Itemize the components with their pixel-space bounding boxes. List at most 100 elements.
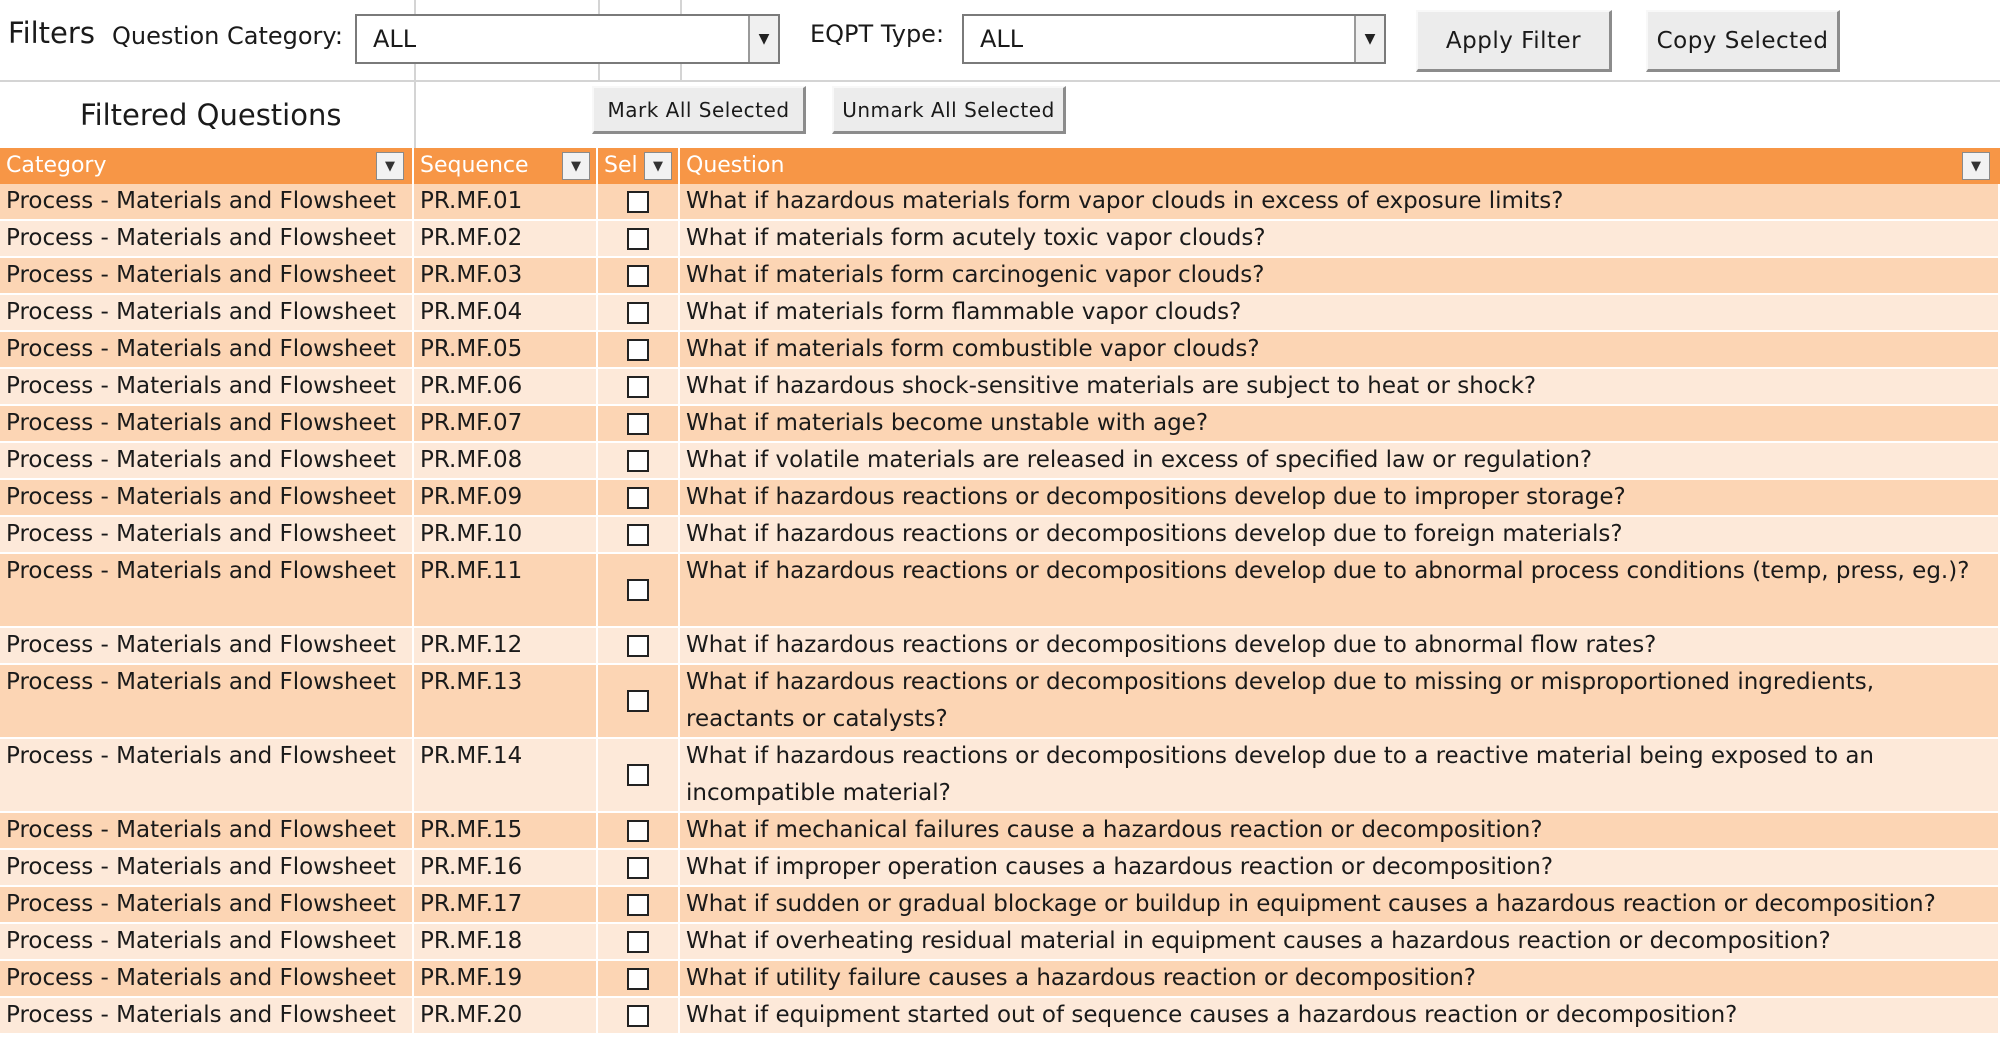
cell-sel[interactable]	[598, 221, 680, 258]
cell-category[interactable]: Process - Materials and Flowsheet	[0, 332, 414, 369]
cell-sequence[interactable]: PR.MF.07	[414, 406, 598, 443]
cell-sequence[interactable]: PR.MF.13	[414, 665, 598, 739]
cell-question[interactable]: What if improper operation causes a haza…	[680, 850, 2000, 887]
column-header-sel[interactable]: Sel ▼	[598, 148, 680, 184]
cell-sequence[interactable]: PR.MF.20	[414, 998, 598, 1035]
cell-category[interactable]: Process - Materials and Flowsheet	[0, 554, 414, 628]
filter-dropdown-icon[interactable]: ▼	[644, 152, 672, 180]
checkbox-icon[interactable]	[627, 190, 649, 213]
cell-sel[interactable]	[598, 850, 680, 887]
checkbox-icon[interactable]	[627, 967, 649, 990]
cell-sequence[interactable]: PR.MF.05	[414, 332, 598, 369]
cell-sel[interactable]	[598, 924, 680, 961]
checkbox-icon[interactable]	[627, 764, 649, 786]
cell-sequence[interactable]: PR.MF.15	[414, 813, 598, 850]
cell-question[interactable]: What if hazardous reactions or decomposi…	[680, 739, 2000, 813]
cell-question[interactable]: What if materials form flammable vapor c…	[680, 295, 2000, 332]
table-row[interactable]: Process - Materials and Flowsheet PR.MF.1…	[0, 517, 2000, 554]
cell-category[interactable]: Process - Materials and Flowsheet	[0, 887, 414, 924]
cell-category[interactable]: Process - Materials and Flowsheet	[0, 221, 414, 258]
cell-sequence[interactable]: PR.MF.04	[414, 295, 598, 332]
cell-sequence[interactable]: PR.MF.09	[414, 480, 598, 517]
cell-sel[interactable]	[598, 628, 680, 665]
unmark-all-selected-button[interactable]: Unmark All Selected	[832, 86, 1066, 134]
cell-category[interactable]: Process - Materials and Flowsheet	[0, 184, 414, 221]
cell-sequence[interactable]: PR.MF.10	[414, 517, 598, 554]
table-row[interactable]: Process - Materials and Flowsheet PR.MF.0…	[0, 480, 2000, 517]
checkbox-icon[interactable]	[627, 449, 649, 472]
cell-category[interactable]: Process - Materials and Flowsheet	[0, 369, 414, 406]
checkbox-icon[interactable]	[627, 634, 649, 657]
table-row[interactable]: Process - Materials and Flowsheet PR.MF.0…	[0, 221, 2000, 258]
filter-dropdown-icon[interactable]: ▼	[562, 152, 590, 180]
question-category-combo[interactable]: ALL ▼	[355, 14, 780, 64]
cell-category[interactable]: Process - Materials and Flowsheet	[0, 739, 414, 813]
table-row[interactable]: Process - Materials and Flowsheet PR.MF.1…	[0, 813, 2000, 850]
column-header-category[interactable]: Category ▼	[0, 148, 414, 184]
cell-sel[interactable]	[598, 443, 680, 480]
column-header-sequence[interactable]: Sequence ▼	[414, 148, 598, 184]
cell-question[interactable]: What if mechanical failures cause a haza…	[680, 813, 2000, 850]
cell-sequence[interactable]: PR.MF.11	[414, 554, 598, 628]
cell-category[interactable]: Process - Materials and Flowsheet	[0, 850, 414, 887]
cell-sel[interactable]	[598, 517, 680, 554]
chevron-down-icon[interactable]: ▼	[748, 16, 778, 62]
cell-sequence[interactable]: PR.MF.06	[414, 369, 598, 406]
cell-sequence[interactable]: PR.MF.01	[414, 184, 598, 221]
cell-question[interactable]: What if volatile materials are released …	[680, 443, 2000, 480]
cell-question[interactable]: What if hazardous reactions or decomposi…	[680, 517, 2000, 554]
cell-category[interactable]: Process - Materials and Flowsheet	[0, 998, 414, 1035]
cell-question[interactable]: What if materials form acutely toxic vap…	[680, 221, 2000, 258]
cell-sel[interactable]	[598, 332, 680, 369]
cell-question[interactable]: What if materials become unstable with a…	[680, 406, 2000, 443]
cell-question[interactable]: What if hazardous shock-sensitive materi…	[680, 369, 2000, 406]
cell-category[interactable]: Process - Materials and Flowsheet	[0, 258, 414, 295]
column-header-question[interactable]: Question ▼	[680, 148, 2000, 184]
copy-selected-button[interactable]: Copy Selected	[1646, 10, 1840, 72]
checkbox-icon[interactable]	[627, 1004, 649, 1027]
cell-question[interactable]: What if hazardous reactions or decomposi…	[680, 665, 2000, 739]
cell-question[interactable]: What if hazardous materials form vapor c…	[680, 184, 2000, 221]
cell-question[interactable]: What if materials form carcinogenic vapo…	[680, 258, 2000, 295]
apply-filter-button[interactable]: Apply Filter	[1416, 10, 1612, 72]
cell-category[interactable]: Process - Materials and Flowsheet	[0, 295, 414, 332]
cell-question[interactable]: What if hazardous reactions or decomposi…	[680, 480, 2000, 517]
checkbox-icon[interactable]	[627, 338, 649, 361]
cell-sequence[interactable]: PR.MF.12	[414, 628, 598, 665]
cell-sel[interactable]	[598, 480, 680, 517]
cell-sel[interactable]	[598, 813, 680, 850]
cell-sequence[interactable]: PR.MF.18	[414, 924, 598, 961]
table-row[interactable]: Process - Materials and Flowsheet PR.MF.1…	[0, 924, 2000, 961]
cell-category[interactable]: Process - Materials and Flowsheet	[0, 443, 414, 480]
table-row[interactable]: Process - Materials and Flowsheet PR.MF.1…	[0, 739, 2000, 813]
cell-sequence[interactable]: PR.MF.17	[414, 887, 598, 924]
cell-sel[interactable]	[598, 554, 680, 628]
cell-question[interactable]: What if materials form combustible vapor…	[680, 332, 2000, 369]
cell-category[interactable]: Process - Materials and Flowsheet	[0, 480, 414, 517]
checkbox-icon[interactable]	[627, 893, 649, 916]
table-row[interactable]: Process - Materials and Flowsheet PR.MF.1…	[0, 665, 2000, 739]
table-row[interactable]: Process - Materials and Flowsheet PR.MF.0…	[0, 443, 2000, 480]
checkbox-icon[interactable]	[627, 856, 649, 879]
cell-sel[interactable]	[598, 739, 680, 813]
checkbox-icon[interactable]	[627, 819, 649, 842]
table-row[interactable]: Process - Materials and Flowsheet PR.MF.0…	[0, 258, 2000, 295]
checkbox-icon[interactable]	[627, 375, 649, 398]
checkbox-icon[interactable]	[627, 930, 649, 953]
table-row[interactable]: Process - Materials and Flowsheet PR.MF.2…	[0, 998, 2000, 1035]
table-row[interactable]: Process - Materials and Flowsheet PR.MF.0…	[0, 184, 2000, 221]
checkbox-icon[interactable]	[627, 227, 649, 250]
cell-sequence[interactable]: PR.MF.19	[414, 961, 598, 998]
filter-dropdown-icon[interactable]: ▼	[1962, 152, 1990, 180]
cell-question[interactable]: What if overheating residual material in…	[680, 924, 2000, 961]
table-row[interactable]: Process - Materials and Flowsheet PR.MF.1…	[0, 961, 2000, 998]
cell-sel[interactable]	[598, 369, 680, 406]
cell-sequence[interactable]: PR.MF.16	[414, 850, 598, 887]
table-row[interactable]: Process - Materials and Flowsheet PR.MF.0…	[0, 332, 2000, 369]
cell-sequence[interactable]: PR.MF.08	[414, 443, 598, 480]
table-row[interactable]: Process - Materials and Flowsheet PR.MF.1…	[0, 887, 2000, 924]
chevron-down-icon[interactable]: ▼	[1354, 16, 1384, 62]
cell-sel[interactable]	[598, 258, 680, 295]
table-row[interactable]: Process - Materials and Flowsheet PR.MF.1…	[0, 850, 2000, 887]
cell-question[interactable]: What if equipment started out of sequenc…	[680, 998, 2000, 1035]
